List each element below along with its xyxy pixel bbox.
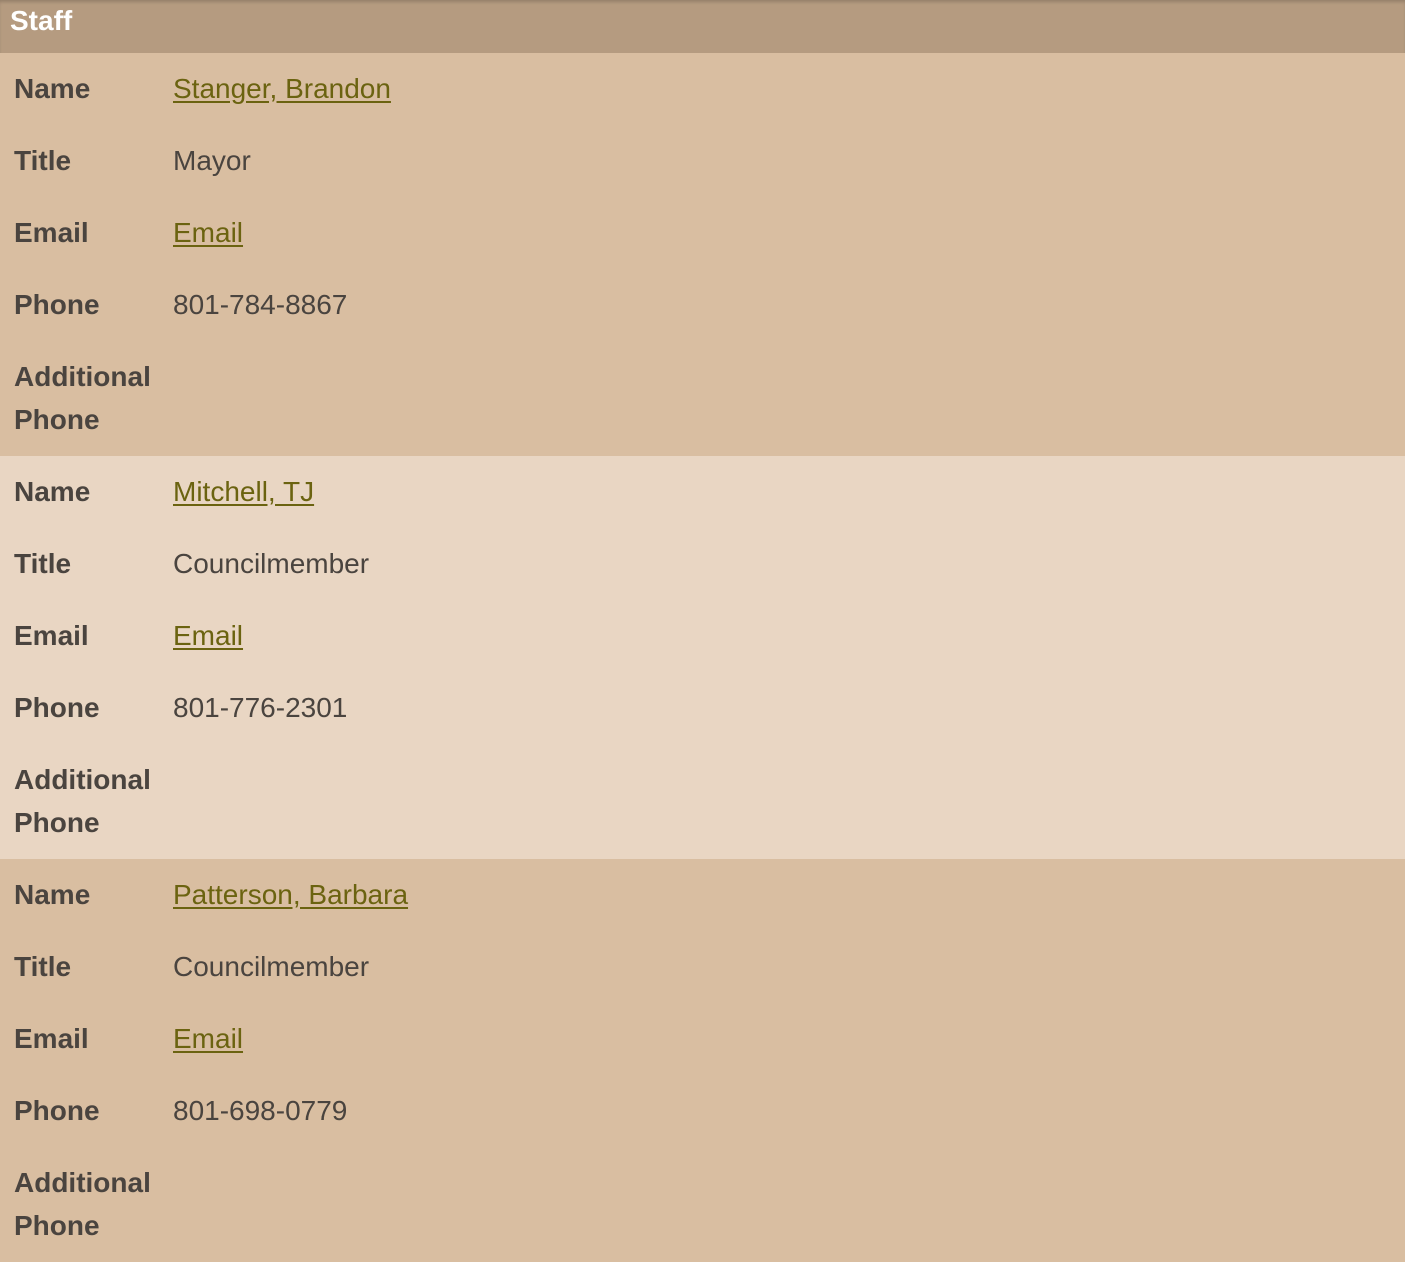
staff-email-link[interactable]: Email	[173, 1023, 243, 1054]
staff-card: Name Patterson, Barbara Title Councilmem…	[0, 859, 1405, 1262]
title-label: Title	[14, 951, 72, 982]
staff-name-row: Name Stanger, Brandon	[0, 67, 1405, 139]
phone-label: Phone	[14, 289, 100, 320]
staff-name-row: Name Mitchell, TJ	[0, 470, 1405, 542]
staff-name-row: Name Patterson, Barbara	[0, 873, 1405, 945]
staff-email-row: Email Email	[0, 211, 1405, 283]
phone-label: Phone	[14, 692, 100, 723]
staff-phone-value: 801-698-0779	[173, 1095, 348, 1126]
staff-card: Name Mitchell, TJ Title Councilmember Em…	[0, 456, 1405, 859]
staff-title-value: Councilmember	[173, 548, 370, 579]
staff-title-row: Title Councilmember	[0, 542, 1405, 614]
additional-phone-label: Additional Phone	[14, 361, 151, 435]
name-label: Name	[14, 73, 91, 104]
additional-phone-label: Additional Phone	[14, 764, 151, 838]
phone-label: Phone	[14, 1095, 100, 1126]
email-label: Email	[14, 1023, 89, 1054]
title-label: Title	[14, 548, 72, 579]
staff-email-link[interactable]: Email	[173, 620, 243, 651]
staff-additional-phone-row: Additional Phone	[0, 1161, 1405, 1247]
staff-additional-phone-row: Additional Phone	[0, 355, 1405, 441]
title-label: Title	[14, 145, 72, 176]
staff-panel: Staff Name Stanger, Brandon Title Mayor …	[0, 0, 1405, 1262]
staff-phone-value: 801-776-2301	[173, 692, 348, 723]
staff-header-title: Staff	[10, 5, 73, 36]
staff-email-row: Email Email	[0, 614, 1405, 686]
staff-title-value: Mayor	[173, 145, 251, 176]
staff-additional-phone-row: Additional Phone	[0, 758, 1405, 844]
staff-phone-row: Phone 801-776-2301	[0, 686, 1405, 758]
staff-list: Name Stanger, Brandon Title Mayor Email …	[0, 53, 1405, 1262]
staff-email-row: Email Email	[0, 1017, 1405, 1089]
staff-title-value: Councilmember	[173, 951, 370, 982]
email-label: Email	[14, 217, 89, 248]
staff-name-link[interactable]: Patterson, Barbara	[173, 879, 408, 910]
staff-phone-row: Phone 801-698-0779	[0, 1089, 1405, 1161]
name-label: Name	[14, 476, 91, 507]
email-label: Email	[14, 620, 89, 651]
staff-name-link[interactable]: Mitchell, TJ	[173, 476, 314, 507]
staff-phone-row: Phone 801-784-8867	[0, 283, 1405, 355]
name-label: Name	[14, 879, 91, 910]
staff-name-link[interactable]: Stanger, Brandon	[173, 73, 391, 104]
staff-title-row: Title Councilmember	[0, 945, 1405, 1017]
staff-title-row: Title Mayor	[0, 139, 1405, 211]
staff-header: Staff	[0, 0, 1405, 53]
additional-phone-label: Additional Phone	[14, 1167, 151, 1241]
staff-phone-value: 801-784-8867	[173, 289, 348, 320]
staff-email-link[interactable]: Email	[173, 217, 243, 248]
staff-card: Name Stanger, Brandon Title Mayor Email …	[0, 53, 1405, 456]
